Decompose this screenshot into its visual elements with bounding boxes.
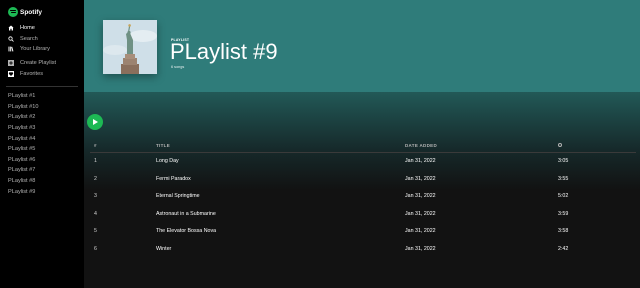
column-header-number: # xyxy=(94,143,97,148)
track-date-added: Jan 31, 2022 xyxy=(405,228,436,235)
track-date-added: Jan 31, 2022 xyxy=(405,158,436,164)
track-title: Eternal Springtime xyxy=(156,193,200,200)
heart-icon xyxy=(8,70,14,77)
playlist-item[interactable]: PLaylist #7 xyxy=(8,165,38,176)
track-title: Winter xyxy=(156,245,172,252)
playlist-item[interactable]: PLaylist #3 xyxy=(8,123,38,134)
clock-icon xyxy=(558,142,562,148)
column-header-date-added: DATE ADDED xyxy=(405,143,437,148)
nav-favorites-label: Favorites xyxy=(20,70,44,77)
nav-search[interactable]: Search xyxy=(8,34,50,45)
track-date-added: Jan 31, 2022 xyxy=(405,210,436,217)
sidebar: Spotify Home Search Your Library Create … xyxy=(0,0,84,288)
playlist-item[interactable]: PLaylist #2 xyxy=(8,112,38,123)
spotify-icon xyxy=(8,7,18,17)
track-number: 4 xyxy=(94,210,97,217)
track-number: 3 xyxy=(94,193,97,200)
track-number: 5 xyxy=(94,228,97,235)
track-date-added: Jan 31, 2022 xyxy=(405,245,436,252)
track-duration: 2:42 xyxy=(558,245,569,252)
plus-icon xyxy=(8,60,14,67)
home-icon xyxy=(8,25,14,31)
table-row[interactable]: 2 Fermi Paradox Jan 31, 2022 3:55 xyxy=(84,171,636,189)
playlist-item[interactable]: PLaylist #6 xyxy=(8,155,38,166)
playlist-cover xyxy=(103,20,157,74)
track-duration: 3:05 xyxy=(558,158,569,164)
spotify-logo[interactable]: Spotify xyxy=(8,7,42,17)
table-row[interactable]: 6 Winter Jan 31, 2022 2:42 xyxy=(84,241,636,259)
track-duration: 3:58 xyxy=(558,228,569,235)
track-title: Fermi Paradox xyxy=(156,175,191,182)
main-content: PLAYLIST PLaylist #9 6 songs # TITLE DAT… xyxy=(84,0,640,288)
track-title: Astronaut in a Submarine xyxy=(156,210,216,217)
playlist-item[interactable]: PLaylist #8 xyxy=(8,176,38,187)
search-icon xyxy=(8,36,14,42)
table-row[interactable]: 3 Eternal Springtime Jan 31, 2022 5:02 xyxy=(84,188,636,206)
playlist-item[interactable]: PLaylist #4 xyxy=(8,133,38,144)
track-date-added: Jan 31, 2022 xyxy=(405,193,436,200)
library-icon xyxy=(8,46,14,52)
track-number: 2 xyxy=(94,175,97,182)
nav-create-playlist-label: Create Playlist xyxy=(20,60,57,67)
track-title: Long Day xyxy=(156,158,179,164)
nav-favorites[interactable]: Favorites xyxy=(8,69,56,80)
song-count: 6 songs xyxy=(171,65,185,69)
table-row[interactable]: 5 The Elevator Bossa Nova Jan 31, 2022 3… xyxy=(84,223,636,241)
nav-create-playlist[interactable]: Create Playlist xyxy=(8,58,56,69)
nav-home-label: Home xyxy=(20,25,35,32)
track-duration: 5:02 xyxy=(558,193,569,200)
nav-library-label: Your Library xyxy=(20,46,50,53)
track-number: 1 xyxy=(94,158,97,164)
track-date-added: Jan 31, 2022 xyxy=(405,175,436,182)
play-button[interactable] xyxy=(87,114,103,130)
secondary-nav: Create Playlist Favorites xyxy=(8,58,56,79)
track-duration: 3:59 xyxy=(558,210,569,217)
column-header-title: TITLE xyxy=(156,143,170,148)
playlist-list: PLaylist #1 PLaylist #10 PLaylist #2 PLa… xyxy=(8,91,38,197)
play-icon xyxy=(93,119,99,125)
brand-name: Spotify xyxy=(20,8,43,16)
playlist-item[interactable]: PLaylist #10 xyxy=(8,102,38,113)
sidebar-divider xyxy=(6,86,78,87)
nav-search-label: Search xyxy=(20,35,38,42)
nav-library[interactable]: Your Library xyxy=(8,44,50,55)
table-row[interactable]: 4 Astronaut in a Submarine Jan 31, 2022 … xyxy=(84,206,636,224)
track-number: 6 xyxy=(94,245,97,252)
table-header: # TITLE DATE ADDED xyxy=(84,141,636,151)
playlist-item[interactable]: PLaylist #5 xyxy=(8,144,38,155)
track-title: The Elevator Bossa Nova xyxy=(156,228,217,235)
track-duration: 3:55 xyxy=(558,175,569,182)
nav-home[interactable]: Home xyxy=(8,23,50,34)
playlist-item[interactable]: PLaylist #9 xyxy=(8,186,38,197)
primary-nav: Home Search Your Library xyxy=(8,23,50,55)
track-list: 1 Long Day Jan 31, 2022 3:05 2 Fermi Par… xyxy=(84,153,636,259)
playlist-item[interactable]: PLaylist #1 xyxy=(8,91,38,102)
table-row[interactable]: 1 Long Day Jan 31, 2022 3:05 xyxy=(84,153,636,171)
playlist-title: PLaylist #9 xyxy=(170,39,278,64)
